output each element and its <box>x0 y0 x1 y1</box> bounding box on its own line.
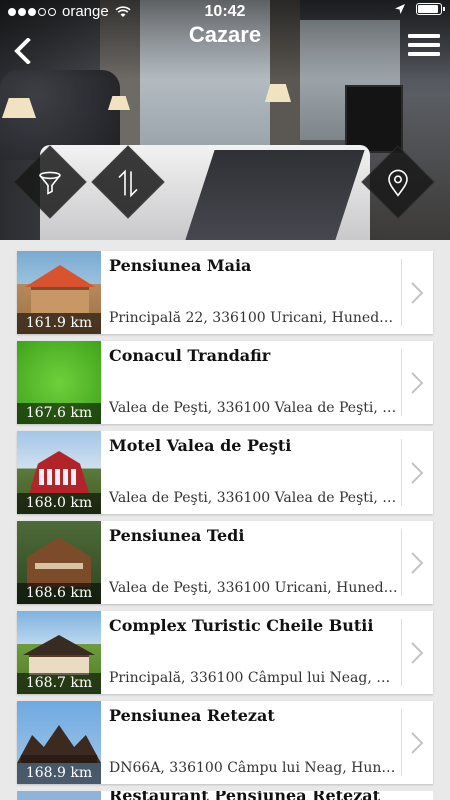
listing-thumbnail: 167.6 km <box>17 341 101 424</box>
listing-address: Valea de Peşti, 336100 Valea de Peşti, H… <box>109 400 401 416</box>
listing-name: Pensiunea Retezat <box>109 706 275 725</box>
map-pin-icon <box>388 169 408 197</box>
list-item[interactable]: 168.6 km Pensiunea Tedi Valea de Peşti, … <box>17 521 433 604</box>
chevron-right-icon <box>411 552 424 574</box>
menu-button[interactable] <box>408 34 440 62</box>
chevron-right-icon <box>411 642 424 664</box>
distance-label: 168.9 km <box>17 763 101 784</box>
distance-label: 168.7 km <box>17 673 101 694</box>
chevron-right-icon <box>411 372 424 394</box>
listing-thumbnail <box>17 791 101 800</box>
listing-name: Pensiunea Tedi <box>109 526 245 545</box>
listing-thumbnail: 168.0 km <box>17 431 101 514</box>
distance-label: 168.0 km <box>17 493 101 514</box>
distance-label: 161.9 km <box>17 313 101 334</box>
chevron-right-icon <box>411 462 424 484</box>
hamburger-menu-icon <box>408 34 440 38</box>
listing-name: Motel Valea de Peşti <box>109 436 292 455</box>
listing-thumbnail: 168.6 km <box>17 521 101 604</box>
listing-address: Principală 22, 336100 Uricani, Hunedoara <box>109 310 401 326</box>
listing-thumbnail: 168.7 km <box>17 611 101 694</box>
listing-address: Valea de Peşti, 336100 Valea de Peşti, H… <box>109 490 401 506</box>
list-item[interactable]: 168.0 km Motel Valea de Peşti Valea de P… <box>17 431 433 514</box>
listing-address: DN66A, 336100 Câmpu lui Neag, Hunedoara <box>109 760 401 776</box>
listing-address: Principală, 336100 Câmpul lui Neag, Hune… <box>109 670 401 686</box>
location-arrow-icon <box>395 4 405 14</box>
list-item[interactable]: 161.9 km Pensiunea Maia Principală 22, 3… <box>17 251 433 334</box>
listing-thumbnail: 168.9 km <box>17 701 101 784</box>
listing-name: Restaurant Pensiunea Retezat <box>109 791 380 800</box>
list-item[interactable]: 168.7 km Complex Turistic Cheile Butii P… <box>17 611 433 694</box>
listing-name: Conacul Trandafir <box>109 346 271 365</box>
listing-name: Complex Turistic Cheile Butii <box>109 616 374 635</box>
page-title: Cazare <box>188 22 262 47</box>
filter-funnel-icon <box>39 171 61 195</box>
list-item-partial[interactable]: Restaurant Pensiunea Retezat <box>17 791 433 800</box>
listing-name: Pensiunea Maia <box>109 256 252 275</box>
status-bar: orange 10:42 <box>0 0 450 24</box>
list-item[interactable]: 168.9 km Pensiunea Retezat DN66A, 336100… <box>17 701 433 784</box>
sort-arrows-icon <box>118 169 138 198</box>
list-item[interactable]: 167.6 km Conacul Trandafir Valea de Peşt… <box>17 341 433 424</box>
chevron-right-icon <box>411 732 424 754</box>
listing-address: Valea de Peşti, 336100 Uricani, Hunedoar… <box>109 580 401 596</box>
listing-thumbnail: 161.9 km <box>17 251 101 334</box>
battery-icon <box>416 3 445 15</box>
chevron-right-icon <box>411 282 424 304</box>
distance-label: 167.6 km <box>17 403 101 424</box>
accommodation-list: 161.9 km Pensiunea Maia Principală 22, 3… <box>17 251 433 791</box>
clock: 10:42 <box>204 3 246 20</box>
distance-label: 168.6 km <box>17 583 101 604</box>
